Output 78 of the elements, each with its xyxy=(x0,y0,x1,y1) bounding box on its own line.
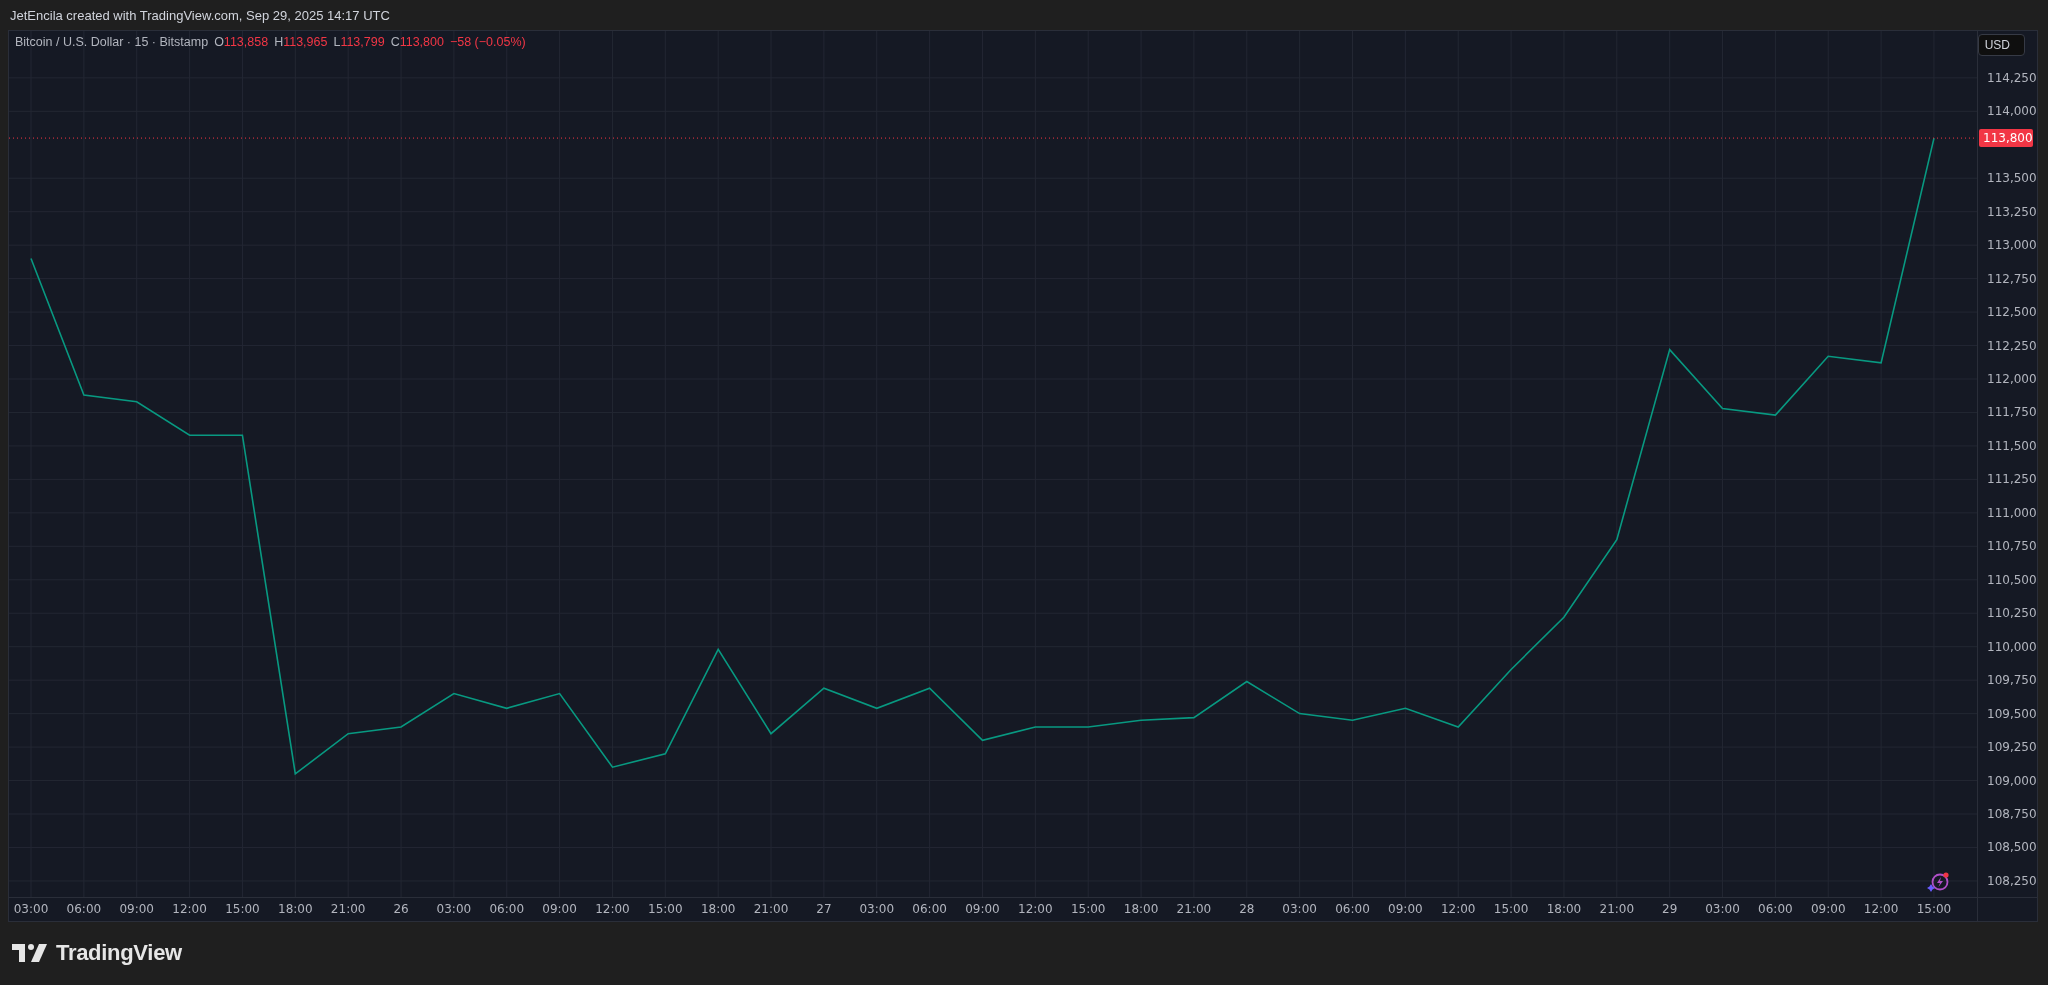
price-change: −58 (−0.05%) xyxy=(449,35,526,49)
price-axis-label: 112,750 xyxy=(1987,271,2037,286)
time-axis-label: 03:00 xyxy=(859,902,895,916)
price-axis-label: 108,750 xyxy=(1987,807,2037,821)
time-axis-label: 18:00 xyxy=(278,902,313,916)
time-axis-label: 03:00 xyxy=(436,902,472,916)
time-axis-label: 18:00 xyxy=(1546,902,1582,916)
ref-line-label: 113,800 xyxy=(1983,131,2033,146)
price-axis-label: 108,500 xyxy=(1987,840,2037,855)
price-axis-label: 110,750 xyxy=(1987,539,2037,554)
ohlc-value: 113,800 xyxy=(399,35,444,49)
time-axis-label: 27 xyxy=(816,902,832,916)
ohlc-value: 113,965 xyxy=(283,35,328,49)
time-axis-label: 21:00 xyxy=(1599,902,1635,916)
ohlc-value: 113,858 xyxy=(223,35,269,49)
time-axis-label: 29 xyxy=(1662,902,1678,916)
time-axis-label: 15:00 xyxy=(1493,902,1529,916)
lightning-icon[interactable] xyxy=(1927,871,1951,893)
price-axis-label: 112,500 xyxy=(1987,305,2037,320)
price-axis-label: 111,250 xyxy=(1987,472,2037,487)
price-axis-label: 111,500 xyxy=(1987,438,2037,453)
price-axis-label: 113,000 xyxy=(1987,238,2037,253)
time-axis-label: 18:00 xyxy=(1123,902,1159,916)
time-axis-label: 09:00 xyxy=(1388,902,1423,916)
price-axis-label: 114,000 xyxy=(1987,104,2037,119)
price-axis-label: 111,000 xyxy=(1987,505,2037,520)
price-axis-label: 109,500 xyxy=(1987,706,2037,721)
logo-icon xyxy=(12,944,48,962)
chart-caption: JetEncila created with TradingView.com, Sep 29, 2025 14:17 UTC xyxy=(10,7,390,23)
time-axis-label: 15:00 xyxy=(1070,902,1106,916)
time-axis-label: 09:00 xyxy=(965,902,1000,916)
time-axis-label: 06:00 xyxy=(489,902,525,916)
time-axis-label: 28 xyxy=(1239,902,1255,916)
price-axis-label: 113,250 xyxy=(1987,204,2037,219)
time-axis-label: 12:00 xyxy=(1863,902,1899,916)
price-axis-label: 110,000 xyxy=(1987,639,2037,654)
price-axis-label: 113,500 xyxy=(1987,171,2037,186)
time-axis-label: 12:00 xyxy=(172,902,207,916)
time-axis-label: 15:00 xyxy=(648,902,683,916)
price-axis-label: 112,250 xyxy=(1987,338,2037,353)
ohlc-label: H xyxy=(274,35,284,49)
time-axis-label: 06:00 xyxy=(1335,902,1370,916)
brand-name: TradingView xyxy=(56,940,182,966)
price-axis-label: 110,250 xyxy=(1987,606,2037,621)
time-axis-label: 26 xyxy=(393,902,409,916)
ohlc-label: O xyxy=(214,35,224,49)
time-axis-label: 12:00 xyxy=(1018,902,1053,916)
ohlc-value: 113,799 xyxy=(340,35,385,49)
ohlc-label: L xyxy=(333,35,341,49)
price-axis-label: 109,000 xyxy=(1987,773,2037,788)
time-axis-label: 09:00 xyxy=(542,902,577,916)
price-axis-label: 109,250 xyxy=(1987,740,2037,755)
price-axis-label: 114,250 xyxy=(1987,70,2037,85)
ohlc-label: C xyxy=(390,35,400,49)
price-axis-label: 109,750 xyxy=(1987,673,2037,688)
time-axis-label: 03:00 xyxy=(1705,902,1740,916)
time-axis-label: 03:00 xyxy=(1282,902,1317,916)
time-axis-label: 15:00 xyxy=(1916,902,1952,916)
time-axis-label: 21:00 xyxy=(330,902,366,916)
symbol-label: Bitcoin / U.S. Dollar · 15 · Bitstamp xyxy=(15,35,209,49)
time-axis-label: 18:00 xyxy=(700,902,736,916)
time-axis-label: 15:00 xyxy=(225,902,260,916)
last-price-tag: 113,800 xyxy=(1979,129,2033,148)
time-axis-label: 21:00 xyxy=(753,902,789,916)
time-axis-label: 21:00 xyxy=(1176,902,1212,916)
price-axis-label: 112,000 xyxy=(1987,372,2037,386)
time-axis-label: 09:00 xyxy=(119,902,154,916)
currency-button[interactable]: USD xyxy=(1977,34,2025,56)
price-axis-label: 111,750 xyxy=(1987,405,2037,420)
price-axis-label: 108,250 xyxy=(1987,873,2037,888)
time-axis-label: 06:00 xyxy=(1758,902,1793,916)
time-axis-label: 12:00 xyxy=(595,902,630,916)
time-axis-label: 09:00 xyxy=(1810,902,1846,916)
time-axis-label: 03:00 xyxy=(13,902,49,916)
price-axis-label: 110,500 xyxy=(1987,572,2037,587)
time-axis-label: 06:00 xyxy=(66,902,102,916)
time-axis-label: 12:00 xyxy=(1440,902,1476,916)
time-axis-label: 06:00 xyxy=(912,902,947,916)
